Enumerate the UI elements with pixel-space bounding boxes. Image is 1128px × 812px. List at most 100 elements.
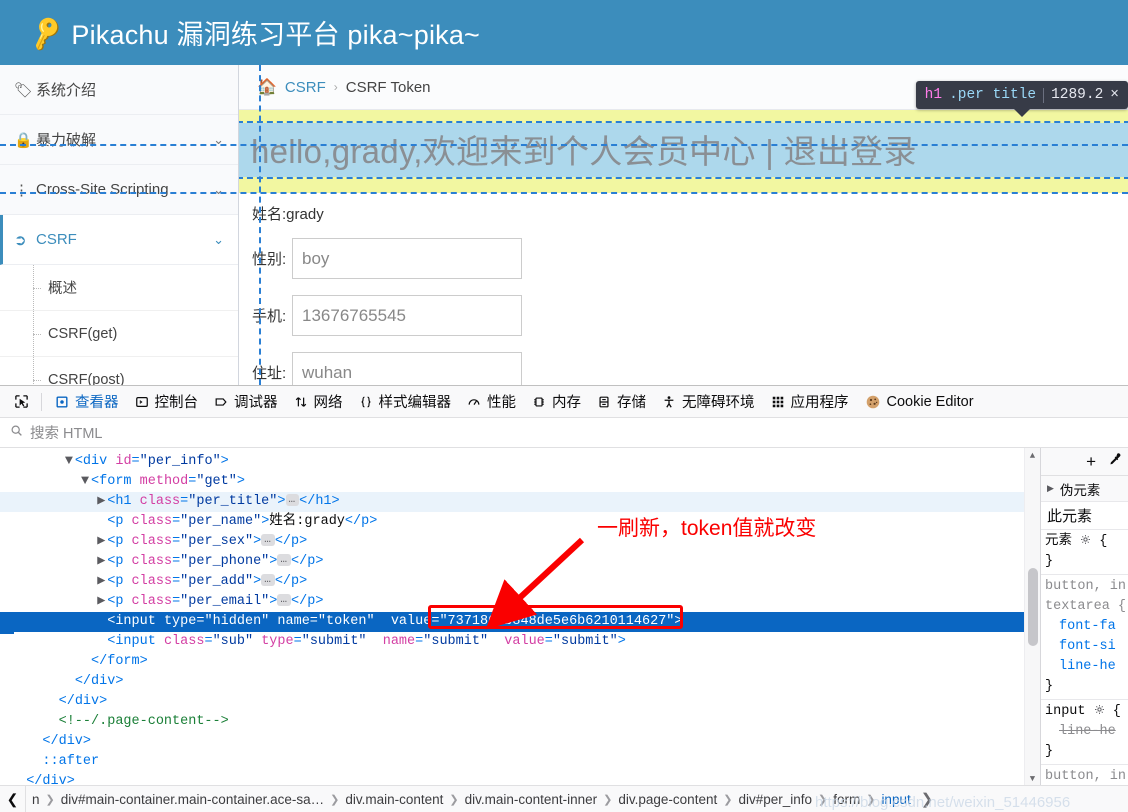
twisty-closed-icon[interactable]: ▶ [97, 532, 107, 552]
pseudo-elements-section[interactable]: ▶ 伪元素 [1041, 476, 1128, 502]
tab-inspector[interactable]: 查看器 [47, 386, 127, 418]
element-picker-icon[interactable] [6, 394, 36, 409]
markup-line[interactable]: <!--/.page-content--> [0, 712, 1040, 732]
code-token: div [91, 674, 116, 689]
chevron-left-icon[interactable]: ❮ [0, 786, 26, 812]
code-token: div [82, 454, 108, 469]
markup-line[interactable]: </div> [0, 672, 1040, 692]
markup-line[interactable]: ▼ <form method="get"> [0, 472, 1040, 492]
css-property[interactable]: font-si [1045, 637, 1128, 657]
code-token: > [269, 594, 278, 609]
sidebar-item-intro[interactable]: 🏷 系统介绍 [0, 65, 238, 115]
sidebar-subitem-csrf-get[interactable]: CSRF(get) [0, 311, 238, 357]
code-token: method [139, 474, 189, 489]
crumb-seg[interactable]: div.main-content-inner [459, 792, 604, 807]
code-token: > [299, 574, 308, 589]
tab-application[interactable]: 应用程序 [763, 386, 857, 418]
css-rule-button-input[interactable]: button, in textarea { font-fa font-si li… [1041, 575, 1128, 700]
scrollbar-thumb[interactable] [1028, 568, 1038, 646]
css-rule-button-select[interactable]: button, in select, te margin: font: [1041, 765, 1128, 787]
token-value-highlight-box [428, 605, 683, 629]
sidebar-item-xss[interactable]: ⋮ Cross-Site Scripting ⌄ [0, 165, 238, 215]
css-property[interactable]: font-fa [1045, 617, 1128, 637]
html-search-bar[interactable]: 搜索 HTML [0, 418, 1128, 448]
crumb-seg[interactable]: n [26, 792, 46, 807]
devtools-toolbar: 查看器 控制台 调试器 网络 样式编辑器 性能 内存 存储 无障碍环境 应用程序… [0, 386, 1128, 418]
tab-cookie-editor[interactable]: Cookie Editor [857, 386, 982, 418]
css-rule-input[interactable]: input { line-he } [1041, 700, 1128, 765]
element-highlight-badge: h1 .per title 1289.2 × [915, 81, 1128, 117]
sidebar-subitem-overview[interactable]: 概述 [0, 265, 238, 311]
gear-icon[interactable] [1094, 703, 1105, 714]
tab-accessibility[interactable]: 无障碍环境 [654, 386, 763, 418]
twisty-closed-icon[interactable]: ▶ [97, 592, 107, 612]
css-property-overridden[interactable]: line-he [1045, 722, 1128, 742]
crumb-sep: ❯ [603, 793, 613, 806]
markup-line[interactable]: ::after [0, 752, 1040, 772]
plus-icon[interactable]: + [1078, 452, 1102, 472]
phone-input[interactable] [292, 295, 522, 336]
markup-line[interactable]: <input class="sub" type="submit" name="s… [0, 632, 1040, 652]
tab-network[interactable]: 网络 [286, 386, 351, 418]
code-token: "submit" [423, 634, 489, 649]
markup-line[interactable]: <p class="per_name">姓名:grady</p> [0, 512, 1040, 532]
crumb-seg[interactable]: div.main-content [339, 792, 449, 807]
markup-line[interactable]: ▶ <h1 class="per_title">… </h1> [0, 492, 1040, 512]
markup-line[interactable]: ▶ <p class="per_sex">… </p> [0, 532, 1040, 552]
css-selector: button, in [1045, 769, 1127, 784]
twisty-closed-icon[interactable]: ▶ [97, 572, 107, 592]
sex-input[interactable] [292, 238, 522, 279]
scroll-up-arrow-icon[interactable]: ▲ [1025, 448, 1040, 464]
twisty-closed-icon[interactable]: ▶ [97, 552, 107, 572]
page-title: hello,grady,欢迎来到个人会员中心 | 退出登录 [239, 121, 1128, 179]
markup-line[interactable]: ▼ <div id="per_info"> [0, 452, 1040, 472]
eyedropper-icon[interactable] [1102, 452, 1128, 471]
sidebar-item-csrf[interactable]: ➲ CSRF ⌄ [0, 215, 238, 265]
code-token: > [617, 634, 626, 649]
markup-line[interactable]: ▶ <p class="per_add">… </p> [0, 572, 1040, 592]
highlight-guide-horizontal-top [0, 144, 1128, 146]
sidebar-item-label: Cross-Site Scripting [36, 181, 169, 198]
twisty-none [49, 692, 59, 712]
tab-style-editor[interactable]: 样式编辑器 [351, 386, 460, 418]
css-rules-panel: + ▶ 伪元素 此元素 元素 {} button, in textarea { [1040, 448, 1128, 787]
sidebar-subitem-csrf-post[interactable]: CSRF(post) [0, 357, 238, 385]
code-token: class [131, 554, 173, 569]
code-token: type [261, 634, 294, 649]
markup-line[interactable]: </form> [0, 652, 1040, 672]
markup-line[interactable]: </div> [0, 692, 1040, 712]
crumb-seg[interactable]: div.page-content [612, 792, 723, 807]
address-input[interactable] [292, 352, 522, 385]
markup-line[interactable]: </div> [0, 732, 1040, 752]
code-token: > [315, 554, 324, 569]
markup-scrollbar[interactable]: ▲ ▼ [1024, 448, 1040, 787]
tab-console[interactable]: 控制台 [127, 386, 207, 418]
code-token: < [91, 474, 100, 489]
search-placeholder: 搜索 HTML [30, 426, 103, 442]
code-token: <!--/.page-content--> [58, 714, 229, 729]
tab-performance[interactable]: 性能 [459, 386, 524, 418]
tab-storage[interactable]: 存储 [589, 386, 654, 418]
twisty-open-icon[interactable]: ▼ [65, 452, 75, 472]
css-rule-element[interactable]: 元素 {} [1041, 530, 1128, 575]
crumb-seg[interactable]: div#main-container.main-container.ace-sa… [55, 792, 330, 807]
markup-line[interactable]: ▶ <p class="per_phone">… </p> [0, 552, 1040, 572]
gear-icon[interactable] [1080, 533, 1091, 544]
collapsed-content-icon: … [261, 534, 275, 546]
breadcrumb-parent-link[interactable]: CSRF [285, 79, 326, 96]
twisty-closed-icon[interactable]: ▶ [97, 492, 107, 512]
code-token: value [390, 614, 432, 629]
code-token: class [131, 514, 173, 529]
sidebar-item-bruteforce[interactable]: 🔒 暴力破解 ⌄ [0, 115, 238, 165]
crumb-seg[interactable]: div#per_info [732, 792, 818, 807]
tab-memory[interactable]: 内存 [524, 386, 589, 418]
tab-debugger[interactable]: 调试器 [206, 386, 286, 418]
twisty-none [97, 612, 107, 632]
twisty-open-icon[interactable]: ▼ [81, 472, 91, 492]
css-property[interactable]: line-he [1045, 657, 1128, 677]
